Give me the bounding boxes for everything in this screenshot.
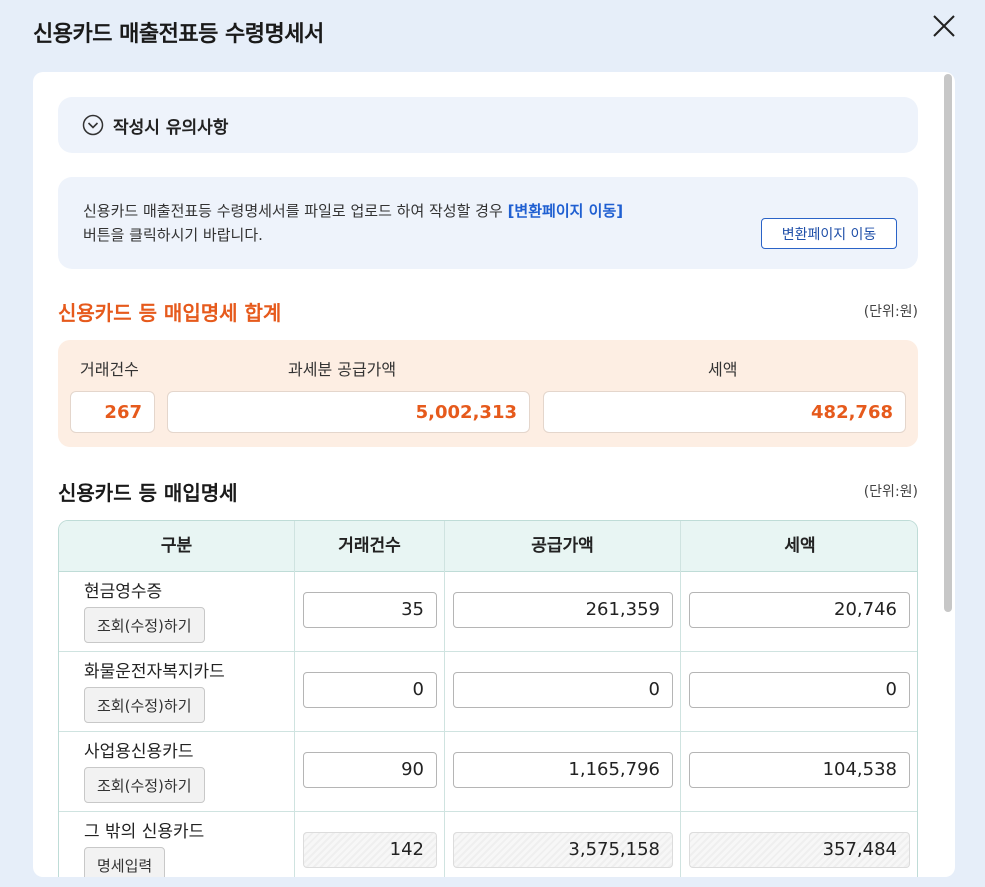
column-header-count: 거래건수	[338, 536, 401, 556]
notice-accordion[interactable]: 작성시 유의사항	[58, 97, 918, 153]
view-edit-button[interactable]: 조회(수정)하기	[84, 687, 205, 723]
count-readonly: 142	[303, 832, 437, 868]
table-row-cash-receipt: 현금영수증 조회(수정)하기 35 261,359 20,746	[59, 571, 917, 652]
row-name: 그 밖의 신용카드	[84, 822, 205, 842]
summary-header-tax: 세액	[708, 360, 738, 379]
tax-input[interactable]: 104,538	[689, 752, 910, 788]
info-text: 신용카드 매출전표등 수령명세서를 파일로 업로드 하여 작성할 경우 [변환페…	[83, 199, 623, 247]
summary-count-value: 267	[70, 391, 155, 433]
notice-label: 작성시 유의사항	[113, 118, 229, 138]
summary-unit: (단위:원)	[863, 304, 918, 320]
row-name: 현금영수증	[84, 582, 163, 602]
view-edit-button[interactable]: 조회(수정)하기	[84, 767, 205, 803]
table-header: 구분 거래건수 공급가액 세액	[59, 521, 917, 572]
dialog-title: 신용카드 매출전표등 수령명세서	[33, 22, 324, 47]
count-input[interactable]: 0	[303, 672, 437, 708]
dialog-panel: 작성시 유의사항 신용카드 매출전표등 수령명세서를 파일로 업로드 하여 작성…	[33, 72, 955, 877]
detail-title: 신용카드 등 매입명세	[58, 481, 238, 505]
supply-input[interactable]: 1,165,796	[453, 752, 673, 788]
supply-input[interactable]: 261,359	[453, 592, 673, 628]
info-highlight: [변환페이지 이동]	[507, 202, 624, 220]
tax-input[interactable]: 20,746	[689, 592, 910, 628]
view-edit-button[interactable]: 조회(수정)하기	[84, 607, 205, 643]
summary-title: 신용카드 등 매입명세 합계	[58, 301, 282, 325]
supply-input[interactable]: 0	[453, 672, 673, 708]
summary-tax-value: 482,768	[543, 391, 906, 433]
count-input[interactable]: 35	[303, 592, 437, 628]
detail-input-button[interactable]: 명세입력	[84, 847, 166, 877]
summary-header-supply: 과세분 공급가액	[288, 360, 397, 379]
summary-box: 거래건수 과세분 공급가액 세액 267 5,002,313 482,768	[58, 340, 918, 447]
detail-unit: (단위:원)	[863, 484, 918, 500]
table-row-freight-welfare-card: 화물운전자복지카드 조회(수정)하기 0 0 0	[59, 651, 917, 732]
table-row-business-card: 사업용신용카드 조회(수정)하기 90 1,165,796 104,538	[59, 731, 917, 812]
tax-readonly: 357,484	[689, 832, 910, 868]
scrollbar[interactable]	[944, 74, 952, 612]
detail-table: 구분 거래건수 공급가액 세액 현금영수증 조회(수정)하기 35 261,35…	[58, 520, 918, 877]
info-text-before: 신용카드 매출전표등 수령명세서를 파일로 업로드 하여 작성할 경우	[83, 202, 508, 220]
count-input[interactable]: 90	[303, 752, 437, 788]
close-button[interactable]	[930, 12, 958, 40]
chevron-down-circle-icon	[82, 114, 104, 136]
column-header-tax: 세액	[784, 536, 816, 556]
upload-info-box: 신용카드 매출전표등 수령명세서를 파일로 업로드 하여 작성할 경우 [변환페…	[58, 177, 918, 269]
info-text-line2: 버튼을 클릭하시기 바랍니다.	[83, 226, 263, 244]
column-header-supply: 공급가액	[531, 536, 594, 556]
close-icon	[933, 15, 955, 37]
row-name: 화물운전자복지카드	[84, 662, 225, 682]
supply-readonly: 3,575,158	[453, 832, 673, 868]
row-name: 사업용신용카드	[84, 742, 194, 762]
convert-page-button[interactable]: 변환페이지 이동	[761, 218, 897, 249]
table-row-other-credit-card: 그 밖의 신용카드 명세입력 142 3,575,158 357,484	[59, 811, 917, 877]
column-header-category: 구분	[160, 536, 193, 556]
summary-supply-value: 5,002,313	[167, 391, 530, 433]
summary-header-count: 거래건수	[80, 360, 139, 379]
tax-input[interactable]: 0	[689, 672, 910, 708]
